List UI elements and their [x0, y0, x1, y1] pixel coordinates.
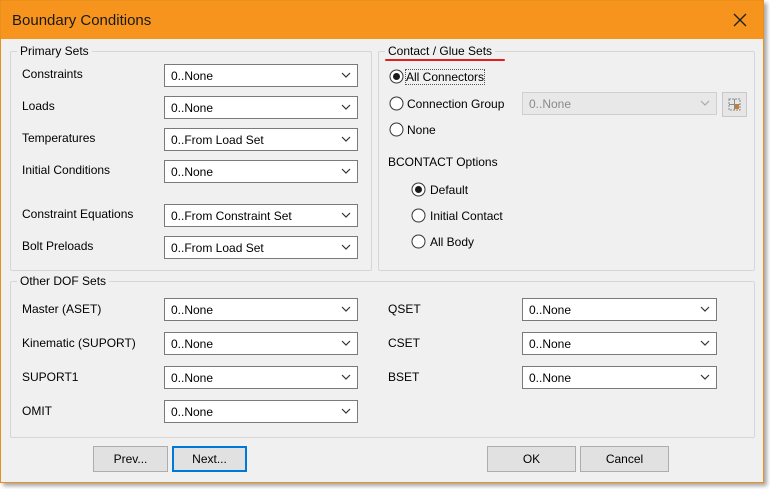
chevron-down-icon [341, 306, 351, 312]
temperatures-value: 0..From Load Set [171, 133, 264, 147]
constraint-equations-select[interactable]: 0..From Constraint Set [164, 204, 358, 227]
loads-select[interactable]: 0..None [164, 96, 358, 119]
master-aset-value: 0..None [171, 303, 214, 317]
close-button[interactable] [723, 5, 757, 35]
chevron-down-icon [341, 104, 351, 110]
connection-group-value: 0..None [529, 97, 572, 111]
connection-group-label: Connection Group [407, 97, 505, 111]
window-title: Boundary Conditions [12, 12, 152, 29]
cset-select[interactable]: 0..None [522, 332, 717, 355]
boundary-conditions-dialog: Boundary Conditions Primary Sets Constra… [0, 0, 764, 483]
all-body-radio[interactable] [411, 234, 426, 249]
default-radio[interactable] [411, 182, 426, 197]
all-connectors-label: All Connectors [404, 69, 486, 85]
qset-label: QSET [388, 302, 421, 316]
bolt-preloads-select[interactable]: 0..From Load Set [164, 236, 358, 259]
bolt-preloads-label: Bolt Preloads [22, 239, 94, 253]
chevron-down-icon [700, 306, 710, 312]
constraints-select[interactable]: 0..None [164, 64, 358, 87]
next-button[interactable]: Next... [172, 446, 247, 472]
omit-label: OMIT [22, 404, 52, 418]
title-bar: Boundary Conditions [1, 1, 763, 39]
chevron-down-icon [700, 374, 710, 380]
qset-select[interactable]: 0..None [522, 298, 717, 321]
chevron-down-icon [341, 340, 351, 346]
master-aset-label: Master (ASET) [22, 302, 102, 316]
all-body-label: All Body [430, 235, 475, 249]
loads-label: Loads [22, 99, 55, 113]
suport1-select[interactable]: 0..None [164, 366, 358, 389]
contact-glue-sets-title: Contact / Glue Sets [385, 44, 496, 58]
cancel-button[interactable]: Cancel [580, 446, 669, 472]
omit-select[interactable]: 0..None [164, 400, 358, 423]
close-icon [733, 13, 747, 27]
prev-button[interactable]: Prev... [93, 446, 168, 472]
chevron-down-icon [700, 100, 710, 106]
initial-contact-radio[interactable] [411, 208, 426, 223]
all-connectors-radio[interactable] [389, 69, 404, 84]
cset-label: CSET [388, 336, 421, 350]
bset-label: BSET [388, 370, 420, 384]
ok-button[interactable]: OK [487, 446, 576, 472]
chevron-down-icon [700, 340, 710, 346]
bolt-preloads-value: 0..From Load Set [171, 241, 264, 255]
default-label: Default [430, 183, 469, 197]
kinematic-suport-value: 0..None [171, 337, 214, 351]
kinematic-suport-select[interactable]: 0..None [164, 332, 358, 355]
chevron-down-icon [341, 72, 351, 78]
constraints-value: 0..None [171, 69, 214, 83]
chevron-down-icon [341, 374, 351, 380]
cset-value: 0..None [529, 337, 572, 351]
kinematic-suport-label: Kinematic (SUPORT) [22, 336, 136, 350]
constraint-equations-value: 0..From Constraint Set [171, 209, 292, 223]
select-group-button[interactable] [722, 92, 747, 117]
none-label: None [407, 123, 436, 137]
suport1-label: SUPORT1 [22, 370, 79, 384]
primary-sets-title: Primary Sets [17, 44, 92, 58]
temperatures-select[interactable]: 0..From Load Set [164, 128, 358, 151]
temperatures-label: Temperatures [22, 131, 96, 145]
other-dof-sets-title: Other DOF Sets [17, 274, 110, 288]
connection-group-select[interactable]: 0..None [522, 92, 717, 115]
chevron-down-icon [341, 244, 351, 250]
constraints-label: Constraints [22, 67, 83, 81]
none-radio[interactable] [389, 122, 404, 137]
initial-conditions-value: 0..None [171, 165, 214, 179]
chevron-down-icon [341, 136, 351, 142]
constraint-equations-label: Constraint Equations [22, 207, 134, 221]
chevron-down-icon [341, 408, 351, 414]
bcontact-options-label: BCONTACT Options [388, 155, 498, 169]
red-underline-annotation [385, 59, 505, 61]
chevron-down-icon [341, 212, 351, 218]
grid-select-icon [728, 98, 741, 111]
chevron-down-icon [341, 168, 351, 174]
connection-group-radio[interactable] [389, 96, 404, 111]
loads-value: 0..None [171, 101, 214, 115]
initial-conditions-select[interactable]: 0..None [164, 160, 358, 183]
initial-contact-label: Initial Contact [430, 209, 503, 223]
bset-value: 0..None [529, 371, 572, 385]
master-aset-select[interactable]: 0..None [164, 298, 358, 321]
suport1-value: 0..None [171, 371, 214, 385]
initial-conditions-label: Initial Conditions [22, 163, 111, 177]
omit-value: 0..None [171, 405, 214, 419]
qset-value: 0..None [529, 303, 572, 317]
bset-select[interactable]: 0..None [522, 366, 717, 389]
